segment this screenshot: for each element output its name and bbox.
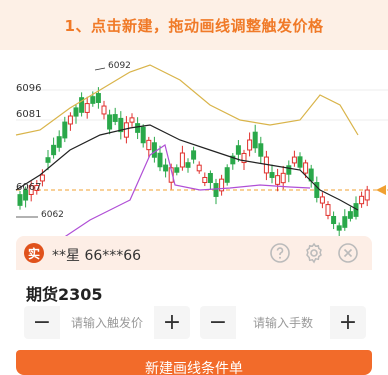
latest-price-arrow-icon <box>376 185 386 195</box>
y-label-low: 6067 <box>16 182 42 193</box>
y-label-top: 6096 <box>16 83 42 94</box>
candle-body <box>151 142 157 158</box>
trigger-price-input[interactable] <box>60 306 154 339</box>
candle-body <box>258 143 264 157</box>
candle-body <box>179 152 185 168</box>
quantity-stepper: − + <box>200 306 366 339</box>
qty-minus-button[interactable]: − <box>200 306 236 339</box>
candle-body <box>51 144 57 156</box>
contract-name: 期货2305 <box>26 285 103 304</box>
condition-order-panel: 实 **星 66***66 期货2305 − + − + 新建画线条件单 <box>16 236 372 375</box>
candle-body <box>196 164 202 172</box>
candle-body <box>67 115 73 125</box>
candle-body <box>56 136 62 148</box>
help-icon[interactable] <box>268 241 292 265</box>
high-price-marker: 6092 <box>108 61 131 71</box>
price-plus-button[interactable]: + <box>154 306 190 339</box>
kline-chart[interactable]: 6096 6081 6067 6092 6062 <box>0 50 388 240</box>
high-pointer-line <box>94 67 106 71</box>
candle-body <box>286 165 292 175</box>
candle-body <box>235 145 241 155</box>
candle-body <box>336 225 342 231</box>
candle-body <box>252 131 258 149</box>
candle-body <box>39 174 45 182</box>
panel-header: 实 **星 66***66 <box>16 236 372 270</box>
candle-body <box>224 167 230 183</box>
settings-icon[interactable] <box>302 241 326 265</box>
candle-body <box>275 175 281 185</box>
candle-body <box>73 107 79 117</box>
instruction-banner: 1、点击新建，拖动画线调整触发价格 <box>0 0 388 50</box>
candle-body <box>129 117 135 123</box>
candle-body <box>269 172 275 178</box>
quantity-input[interactable] <box>236 306 330 339</box>
candle-body <box>123 122 129 138</box>
candle-body <box>297 156 303 168</box>
candle-body <box>364 189 370 201</box>
account-info: **星 66***66 <box>52 248 142 264</box>
candle-body <box>247 139 253 151</box>
candle-body <box>140 126 146 144</box>
price-minus-button[interactable]: − <box>24 306 60 339</box>
candle-body <box>62 121 68 139</box>
candle-body <box>325 204 331 216</box>
candle-body <box>135 123 141 133</box>
candle-body <box>303 162 309 174</box>
candle-body <box>101 105 107 115</box>
candle-body <box>359 195 365 205</box>
trigger-price-stepper: − + <box>24 306 190 339</box>
candle-body <box>17 194 23 206</box>
candle-body <box>163 164 169 172</box>
y-label-mid: 6081 <box>16 109 42 120</box>
candle-body <box>342 216 348 228</box>
close-icon[interactable] <box>336 241 360 265</box>
instruction-text: 1、点击新建，拖动画线调整触发价格 <box>64 16 324 35</box>
candle-body <box>191 150 197 160</box>
candle-body <box>347 211 353 219</box>
candle-body <box>213 183 219 197</box>
candle-body <box>207 173 213 183</box>
low-price-marker: 6062 <box>41 210 64 220</box>
candle-body <box>174 167 180 173</box>
candle-body <box>146 139 152 151</box>
candle-body <box>95 93 101 103</box>
candle-body <box>84 103 90 113</box>
create-line-order-button[interactable]: 新建画线条件单 <box>16 350 372 375</box>
candle-body <box>157 152 163 168</box>
candle-body <box>90 96 96 104</box>
candle-body <box>202 176 208 184</box>
candle-body <box>45 157 51 163</box>
candle-body <box>331 215 337 225</box>
qty-plus-button[interactable]: + <box>330 306 366 339</box>
candle-body <box>280 172 286 184</box>
candle-body <box>112 114 118 122</box>
candle-body <box>107 114 113 130</box>
ma-line-purple <box>59 144 311 240</box>
real-account-badge: 实 <box>24 243 44 263</box>
candle-body <box>185 162 191 168</box>
candle-body <box>291 156 297 164</box>
candle-body <box>319 196 325 204</box>
